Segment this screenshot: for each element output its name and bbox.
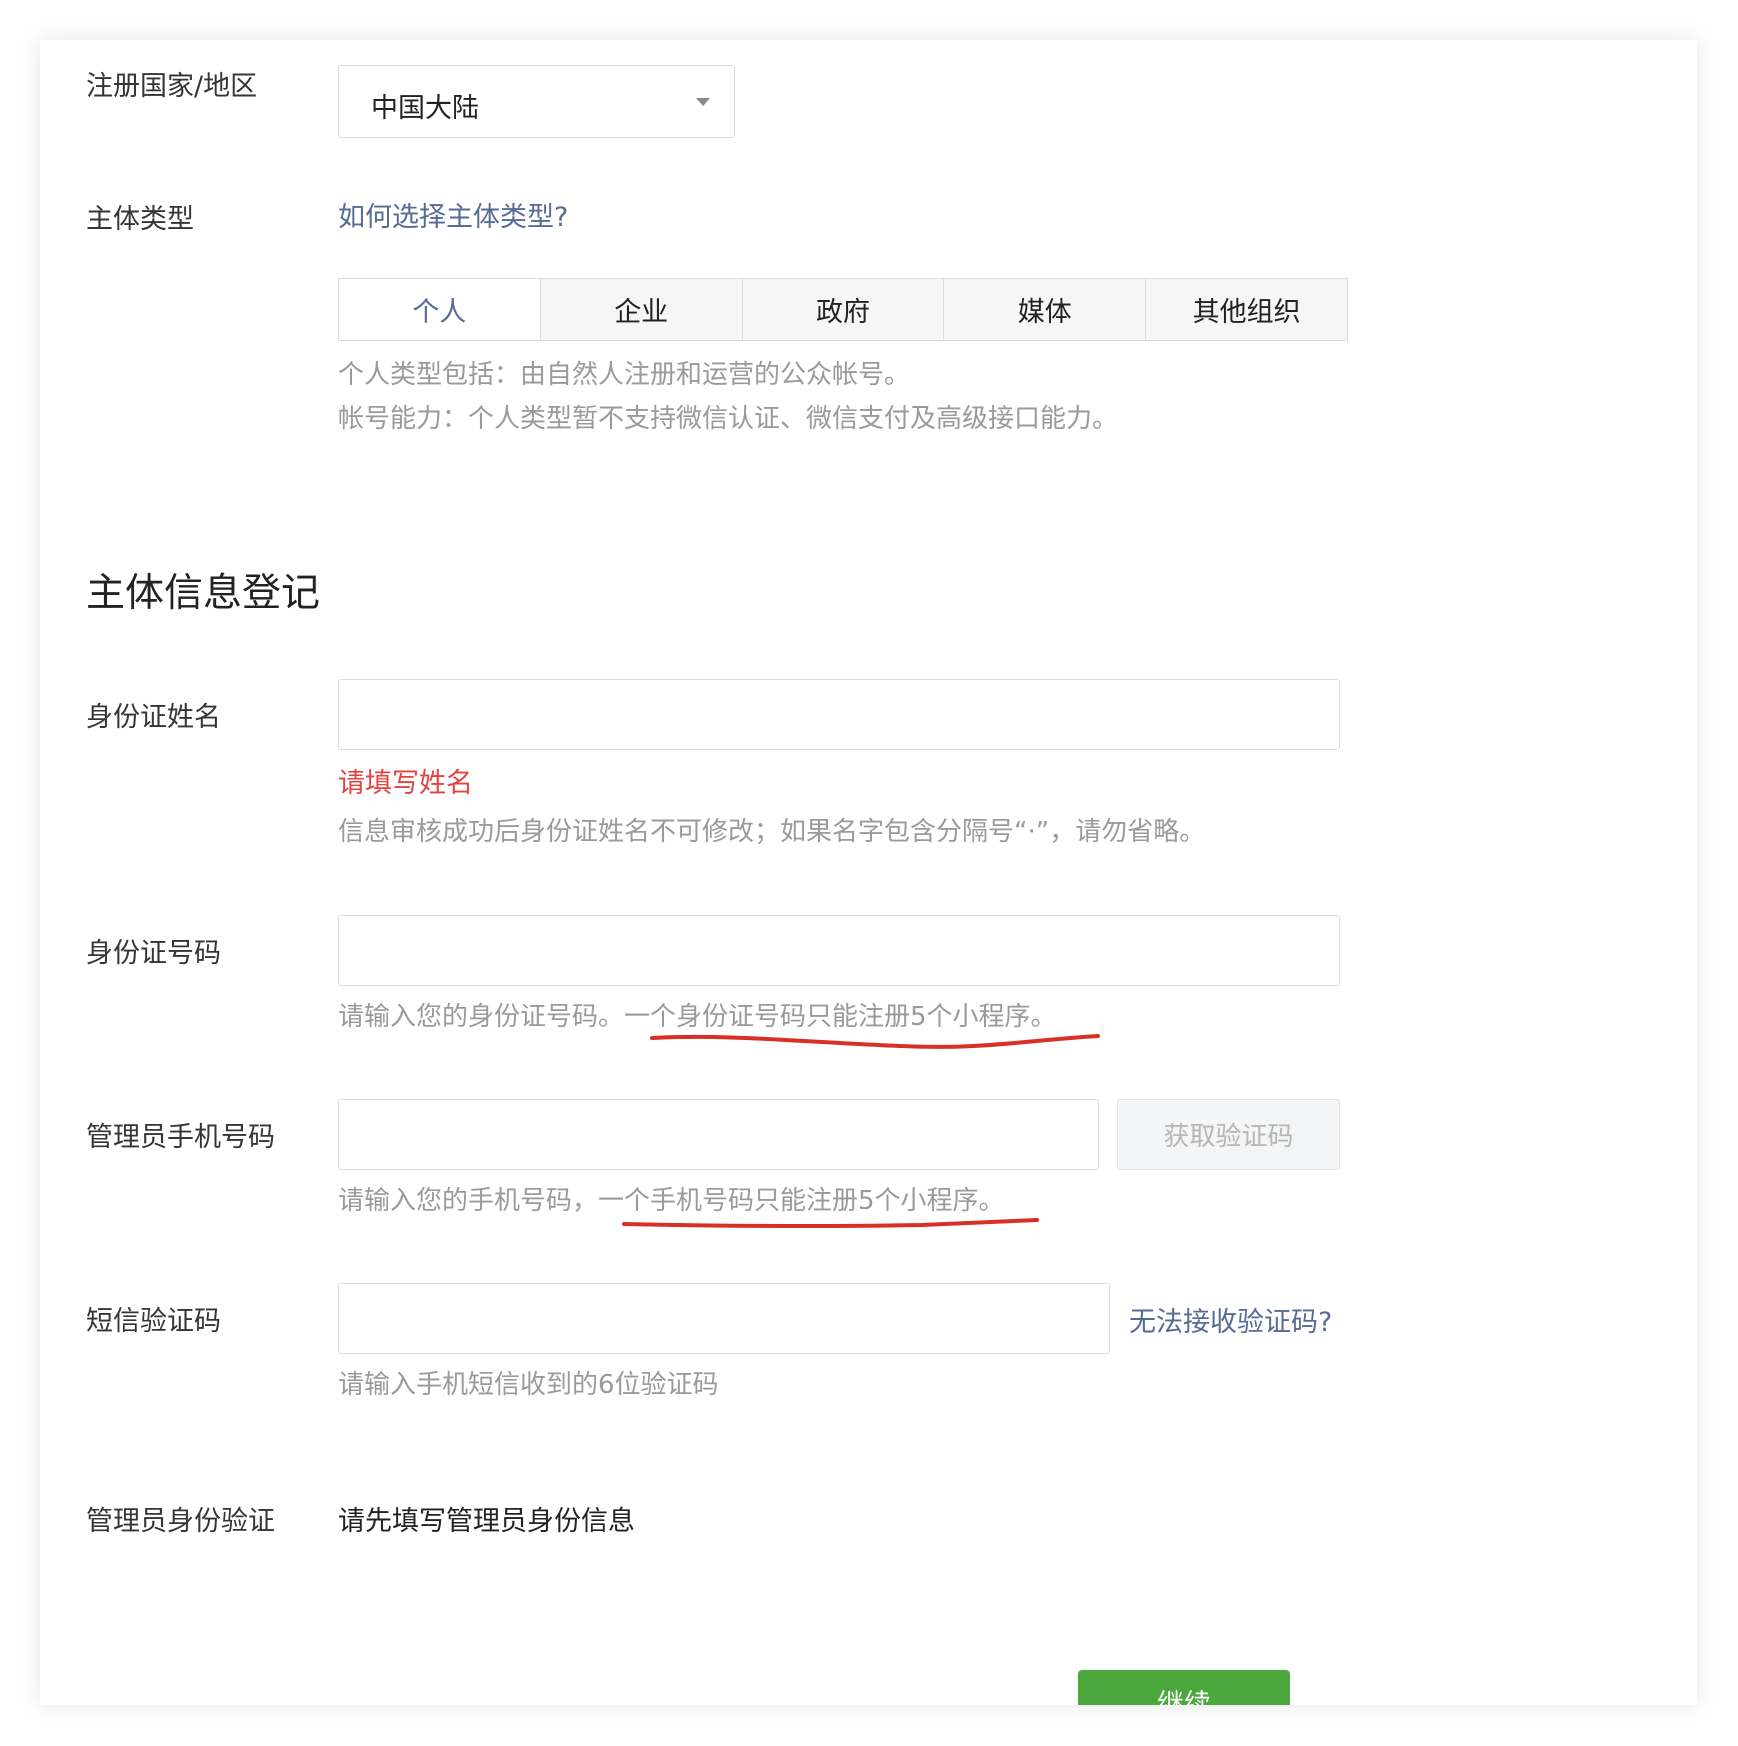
section-title: 主体信息登记 xyxy=(86,571,321,616)
sms-code-help-link[interactable]: 无法接收验证码? xyxy=(1129,1300,1332,1339)
entity-type-desc-1: 个人类型包括：由自然人注册和运营的公众帐号。 xyxy=(338,360,911,390)
country-select[interactable]: 中国大陆 xyxy=(338,65,735,138)
id-number-annotation-underline xyxy=(650,1034,1100,1049)
id-number-input[interactable] xyxy=(338,915,1340,986)
id-name-error: 请填写姓名 xyxy=(338,768,473,799)
id-name-label: 身份证姓名 xyxy=(86,702,221,733)
id-number-label: 身份证号码 xyxy=(86,938,221,969)
registration-form-card: 注册国家/地区 中国大陆 主体类型 如何选择主体类型? 个人 企业 政府 媒体 … xyxy=(40,40,1697,1705)
country-label: 注册国家/地区 xyxy=(86,71,258,102)
admin-verify-value: 请先填写管理员身份信息 xyxy=(338,1506,635,1537)
sms-code-tip: 请输入手机短信收到的6位验证码 xyxy=(338,1370,719,1400)
entity-type-tabs: 个人 企业 政府 媒体 其他组织 xyxy=(338,278,1348,341)
id-name-input[interactable] xyxy=(338,679,1340,750)
continue-button[interactable]: 继续 xyxy=(1078,1670,1290,1705)
admin-phone-label: 管理员手机号码 xyxy=(86,1122,275,1153)
admin-verify-label: 管理员身份验证 xyxy=(86,1506,275,1537)
chevron-down-icon xyxy=(696,98,710,106)
entity-type-help-link[interactable]: 如何选择主体类型? xyxy=(338,195,568,234)
tab-individual[interactable]: 个人 xyxy=(339,279,541,340)
country-selected-value: 中国大陆 xyxy=(371,93,479,124)
entity-type-desc-2: 帐号能力：个人类型暂不支持微信认证、微信支付及高级接口能力。 xyxy=(338,404,1119,434)
tab-other-org[interactable]: 其他组织 xyxy=(1146,279,1347,340)
tab-enterprise[interactable]: 企业 xyxy=(541,279,743,340)
sms-code-label: 短信验证码 xyxy=(86,1306,221,1337)
tab-government[interactable]: 政府 xyxy=(743,279,945,340)
tab-media[interactable]: 媒体 xyxy=(944,279,1147,340)
admin-phone-annotation-underline xyxy=(622,1218,1039,1229)
get-code-button[interactable]: 获取验证码 xyxy=(1117,1099,1340,1170)
sms-code-input[interactable] xyxy=(338,1283,1110,1354)
id-name-tip: 信息审核成功后身份证姓名不可修改；如果名字包含分隔号“·”，请勿省略。 xyxy=(338,817,1206,847)
entity-type-label: 主体类型 xyxy=(86,204,194,235)
admin-phone-input[interactable] xyxy=(338,1099,1099,1170)
